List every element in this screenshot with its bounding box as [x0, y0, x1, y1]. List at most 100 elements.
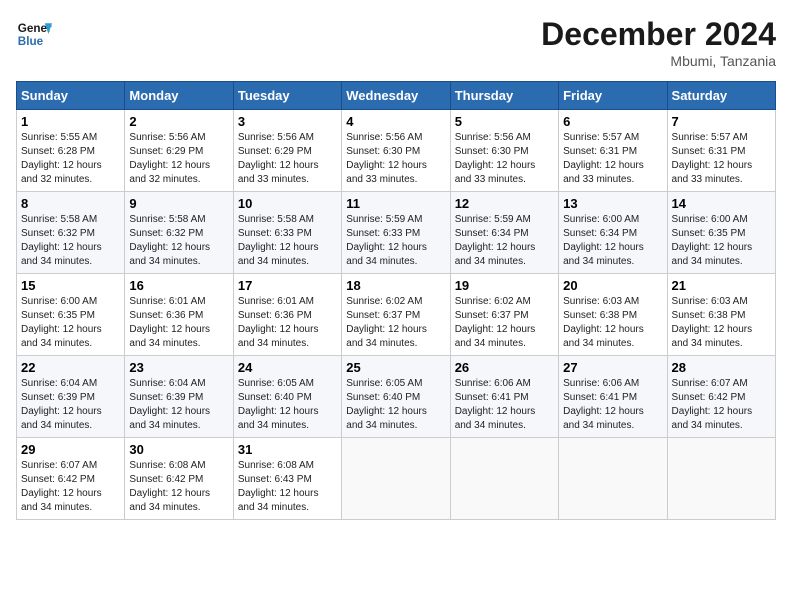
week-row-5: 29 Sunrise: 6:07 AM Sunset: 6:42 PM Dayli… — [17, 438, 776, 520]
day-number: 10 — [238, 196, 337, 211]
calendar-cell: 1 Sunrise: 5:55 AM Sunset: 6:28 PM Daylig… — [17, 110, 125, 192]
calendar-cell: 2 Sunrise: 5:56 AM Sunset: 6:29 PM Daylig… — [125, 110, 233, 192]
day-number: 5 — [455, 114, 554, 129]
day-info: Sunrise: 6:07 AM Sunset: 6:42 PM Dayligh… — [21, 459, 120, 515]
day-info: Sunrise: 6:08 AM Sunset: 6:43 PM Dayligh… — [238, 459, 337, 515]
col-header-wednesday: Wednesday — [342, 82, 450, 110]
calendar-cell — [559, 438, 667, 520]
calendar-cell: 24 Sunrise: 6:05 AM Sunset: 6:40 PM Dayli… — [233, 356, 341, 438]
col-header-saturday: Saturday — [667, 82, 775, 110]
day-number: 19 — [455, 278, 554, 293]
month-title: December 2024 — [541, 16, 776, 53]
logo-icon: General Blue — [16, 16, 52, 52]
day-number: 13 — [563, 196, 662, 211]
calendar-cell: 31Sunrise: 6:08 AM Sunset: 6:43 PM Dayli… — [233, 438, 341, 520]
day-number: 25 — [346, 360, 445, 375]
day-info: Sunrise: 6:03 AM Sunset: 6:38 PM Dayligh… — [563, 295, 662, 351]
day-info: Sunrise: 5:59 AM Sunset: 6:33 PM Dayligh… — [346, 213, 445, 269]
calendar-cell: 4 Sunrise: 5:56 AM Sunset: 6:30 PM Daylig… — [342, 110, 450, 192]
day-info: Sunrise: 5:58 AM Sunset: 6:32 PM Dayligh… — [21, 213, 120, 269]
day-number: 6 — [563, 114, 662, 129]
day-number: 29 — [21, 442, 120, 457]
day-info: Sunrise: 5:56 AM Sunset: 6:30 PM Dayligh… — [346, 131, 445, 187]
day-number: 1 — [21, 114, 120, 129]
calendar-cell: 8 Sunrise: 5:58 AM Sunset: 6:32 PM Daylig… — [17, 192, 125, 274]
calendar-cell: 30 Sunrise: 6:08 AM Sunset: 6:42 PM Dayli… — [125, 438, 233, 520]
day-info: Sunrise: 6:06 AM Sunset: 6:41 PM Dayligh… — [455, 377, 554, 433]
day-number: 24 — [238, 360, 337, 375]
col-header-friday: Friday — [559, 82, 667, 110]
day-number: 17 — [238, 278, 337, 293]
col-header-thursday: Thursday — [450, 82, 558, 110]
day-number: 18 — [346, 278, 445, 293]
calendar-cell: 12 Sunrise: 5:59 AM Sunset: 6:34 PM Dayli… — [450, 192, 558, 274]
day-number: 28 — [672, 360, 771, 375]
day-info: Sunrise: 6:03 AM Sunset: 6:38 PM Dayligh… — [672, 295, 771, 351]
day-number: 20 — [563, 278, 662, 293]
calendar-cell: 27 Sunrise: 6:06 AM Sunset: 6:41 PM Dayli… — [559, 356, 667, 438]
svg-text:Blue: Blue — [18, 35, 44, 48]
calendar-cell: 28 Sunrise: 6:07 AM Sunset: 6:42 PM Dayli… — [667, 356, 775, 438]
calendar-cell: 21 Sunrise: 6:03 AM Sunset: 6:38 PM Dayli… — [667, 274, 775, 356]
day-number: 8 — [21, 196, 120, 211]
calendar-cell: 29 Sunrise: 6:07 AM Sunset: 6:42 PM Dayli… — [17, 438, 125, 520]
calendar-cell — [450, 438, 558, 520]
day-number: 26 — [455, 360, 554, 375]
calendar-cell: 14Sunrise: 6:00 AM Sunset: 6:35 PM Dayli… — [667, 192, 775, 274]
day-number: 16 — [129, 278, 228, 293]
day-info: Sunrise: 6:04 AM Sunset: 6:39 PM Dayligh… — [21, 377, 120, 433]
calendar-cell: 6 Sunrise: 5:57 AM Sunset: 6:31 PM Daylig… — [559, 110, 667, 192]
calendar-cell: 9 Sunrise: 5:58 AM Sunset: 6:32 PM Daylig… — [125, 192, 233, 274]
day-number: 21 — [672, 278, 771, 293]
calendar-cell: 20 Sunrise: 6:03 AM Sunset: 6:38 PM Dayli… — [559, 274, 667, 356]
day-number: 30 — [129, 442, 228, 457]
day-info: Sunrise: 5:56 AM Sunset: 6:29 PM Dayligh… — [129, 131, 228, 187]
week-row-2: 8 Sunrise: 5:58 AM Sunset: 6:32 PM Daylig… — [17, 192, 776, 274]
calendar-cell — [667, 438, 775, 520]
day-info: Sunrise: 5:55 AM Sunset: 6:28 PM Dayligh… — [21, 131, 120, 187]
day-info: Sunrise: 5:59 AM Sunset: 6:34 PM Dayligh… — [455, 213, 554, 269]
calendar-table: SundayMondayTuesdayWednesdayThursdayFrid… — [16, 81, 776, 520]
week-row-4: 22 Sunrise: 6:04 AM Sunset: 6:39 PM Dayli… — [17, 356, 776, 438]
day-number: 27 — [563, 360, 662, 375]
calendar-cell: 18Sunrise: 6:02 AM Sunset: 6:37 PM Dayli… — [342, 274, 450, 356]
calendar-cell: 22 Sunrise: 6:04 AM Sunset: 6:39 PM Dayli… — [17, 356, 125, 438]
calendar-cell: 7 Sunrise: 5:57 AM Sunset: 6:31 PM Daylig… — [667, 110, 775, 192]
day-info: Sunrise: 6:07 AM Sunset: 6:42 PM Dayligh… — [672, 377, 771, 433]
calendar-header-row: SundayMondayTuesdayWednesdayThursdayFrid… — [17, 82, 776, 110]
page-header: General Blue December 2024 Mbumi, Tanzan… — [16, 16, 776, 69]
title-block: December 2024 Mbumi, Tanzania — [541, 16, 776, 69]
day-number: 11 — [346, 196, 445, 211]
calendar-cell: 17Sunrise: 6:01 AM Sunset: 6:36 PM Dayli… — [233, 274, 341, 356]
week-row-1: 1 Sunrise: 5:55 AM Sunset: 6:28 PM Daylig… — [17, 110, 776, 192]
day-info: Sunrise: 6:08 AM Sunset: 6:42 PM Dayligh… — [129, 459, 228, 515]
calendar-cell: 23 Sunrise: 6:04 AM Sunset: 6:39 PM Dayli… — [125, 356, 233, 438]
day-number: 14 — [672, 196, 771, 211]
day-info: Sunrise: 6:05 AM Sunset: 6:40 PM Dayligh… — [346, 377, 445, 433]
location: Mbumi, Tanzania — [541, 53, 776, 69]
day-info: Sunrise: 6:06 AM Sunset: 6:41 PM Dayligh… — [563, 377, 662, 433]
day-info: Sunrise: 5:57 AM Sunset: 6:31 PM Dayligh… — [672, 131, 771, 187]
day-info: Sunrise: 5:56 AM Sunset: 6:29 PM Dayligh… — [238, 131, 337, 187]
col-header-monday: Monday — [125, 82, 233, 110]
day-number: 4 — [346, 114, 445, 129]
day-info: Sunrise: 6:05 AM Sunset: 6:40 PM Dayligh… — [238, 377, 337, 433]
calendar-cell: 13 Sunrise: 6:00 AM Sunset: 6:34 PM Dayli… — [559, 192, 667, 274]
calendar-cell: 10Sunrise: 5:58 AM Sunset: 6:33 PM Dayli… — [233, 192, 341, 274]
day-number: 15 — [21, 278, 120, 293]
day-info: Sunrise: 6:04 AM Sunset: 6:39 PM Dayligh… — [129, 377, 228, 433]
day-number: 23 — [129, 360, 228, 375]
day-number: 9 — [129, 196, 228, 211]
day-number: 2 — [129, 114, 228, 129]
day-info: Sunrise: 6:00 AM Sunset: 6:34 PM Dayligh… — [563, 213, 662, 269]
calendar-cell: 3Sunrise: 5:56 AM Sunset: 6:29 PM Daylig… — [233, 110, 341, 192]
day-number: 12 — [455, 196, 554, 211]
day-info: Sunrise: 5:57 AM Sunset: 6:31 PM Dayligh… — [563, 131, 662, 187]
day-number: 22 — [21, 360, 120, 375]
calendar-cell — [342, 438, 450, 520]
calendar-cell: 25 Sunrise: 6:05 AM Sunset: 6:40 PM Dayli… — [342, 356, 450, 438]
col-header-sunday: Sunday — [17, 82, 125, 110]
day-info: Sunrise: 5:58 AM Sunset: 6:32 PM Dayligh… — [129, 213, 228, 269]
col-header-tuesday: Tuesday — [233, 82, 341, 110]
day-number: 7 — [672, 114, 771, 129]
